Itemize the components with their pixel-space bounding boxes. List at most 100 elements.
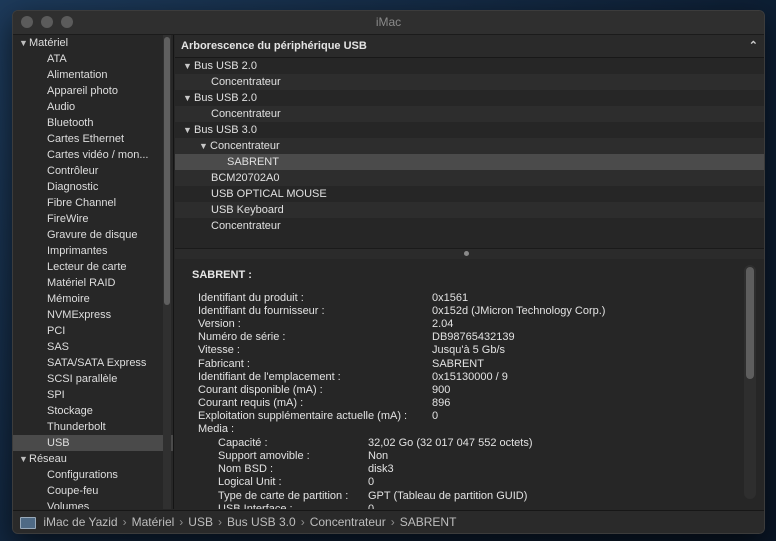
tree-header[interactable]: Arborescence du périphérique USB ⌃ <box>175 35 764 58</box>
detail-scrollbar-thumb[interactable] <box>746 267 754 379</box>
sidebar-item[interactable]: FireWire <box>13 211 173 227</box>
sidebar-item[interactable]: Stockage <box>13 403 173 419</box>
media-property-value: disk3 <box>368 463 394 476</box>
sidebar-item[interactable]: SCSI parallèle <box>13 371 173 387</box>
tree-row[interactable]: Concentrateur <box>175 74 764 90</box>
sidebar-item[interactable]: Configurations <box>13 467 173 483</box>
path-item[interactable]: USB <box>188 515 213 529</box>
main-panel: Arborescence du périphérique USB ⌃ ▼ Bus … <box>175 35 764 509</box>
property-key: Courant requis (mA) : <box>198 396 304 409</box>
sidebar-item[interactable]: SATA/SATA Express <box>13 355 173 371</box>
sidebar-item[interactable]: Lecteur de carte <box>13 259 173 275</box>
sidebar-scrollbar-thumb[interactable] <box>164 37 170 305</box>
disclosure-triangle-icon[interactable]: ▼ <box>183 122 194 138</box>
sidebar-group[interactable]: ▼Matériel <box>13 35 173 51</box>
tree-row-label: Concentrateur <box>211 108 281 120</box>
tree-row[interactable]: Concentrateur <box>175 106 764 122</box>
sidebar-item[interactable]: Diagnostic <box>13 179 173 195</box>
sidebar-item[interactable]: Gravure de disque <box>13 227 173 243</box>
path-item[interactable]: iMac de Yazid <box>43 515 117 529</box>
media-property-key: Capacité : <box>218 437 268 450</box>
zoom-button[interactable] <box>61 16 73 28</box>
sidebar-item[interactable]: Bluetooth <box>13 115 173 131</box>
property-value: DB98765432139 <box>432 331 515 344</box>
tree-row[interactable]: USB OPTICAL MOUSE <box>175 186 764 202</box>
minimize-button[interactable] <box>41 16 53 28</box>
window-title: iMac <box>375 15 402 29</box>
device-detail-pane: SABRENT : Identifiant du produit : 0x1561… <box>175 259 764 509</box>
property-key: Identifiant du produit : <box>198 292 304 304</box>
computer-icon <box>20 516 36 529</box>
sidebar-item[interactable]: Appareil photo <box>13 83 173 99</box>
sidebar-item[interactable]: Cartes vidéo / mon... <box>13 147 173 163</box>
chevron-up-icon[interactable]: ⌃ <box>749 35 758 57</box>
window-controls <box>21 16 73 28</box>
media-property-key: Logical Unit : <box>218 476 282 489</box>
sidebar-item[interactable]: NVMExpress <box>13 307 173 323</box>
tree-row-label: USB Keyboard <box>211 204 284 216</box>
media-property-value: GPT (Tableau de partition GUID) <box>368 489 528 502</box>
sidebar-item[interactable]: SAS <box>13 339 173 355</box>
tree-row-label: BCM20702A0 <box>211 172 280 184</box>
detail-scrollbar[interactable] <box>744 265 756 499</box>
sidebar-item[interactable]: ATA <box>13 51 173 67</box>
property-key: Fabricant : <box>198 357 250 370</box>
property-key: Courant disponible (mA) : <box>198 383 323 396</box>
property-key: Media : <box>198 423 235 435</box>
close-button[interactable] <box>21 16 33 28</box>
tree-row[interactable]: Concentrateur <box>175 218 764 234</box>
detail-title: SABRENT : <box>192 269 252 281</box>
sidebar-list: ▼Matériel ATA Alimentation Appareil photo Au… <box>13 35 173 509</box>
tree-row-label: Concentrateur <box>211 76 281 88</box>
tree-row-label: Bus USB 3.0 <box>194 124 257 136</box>
tree-row[interactable]: SABRENT <box>175 154 764 170</box>
path-item[interactable]: Matériel <box>132 515 175 529</box>
sidebar-item[interactable]: Cartes Ethernet <box>13 131 173 147</box>
disclosure-triangle-icon[interactable]: ▼ <box>19 451 29 467</box>
property-value: 0x15130000 / 9 <box>432 370 508 383</box>
tree-row[interactable]: USB Keyboard <box>175 202 764 218</box>
sidebar-item[interactable]: Audio <box>13 99 173 115</box>
disclosure-triangle-icon[interactable]: ▼ <box>183 90 194 106</box>
tree-row[interactable]: ▼ Bus USB 2.0 <box>175 58 764 74</box>
tree-row[interactable]: ▼ Concentrateur <box>175 138 764 154</box>
tree-row[interactable]: ▼ Bus USB 2.0 <box>175 90 764 106</box>
tree-row[interactable]: ▼ Bus USB 3.0 <box>175 122 764 138</box>
path-item[interactable]: Concentrateur <box>310 515 386 529</box>
sidebar-item[interactable]: Volumes <box>13 499 173 509</box>
sidebar-item[interactable]: Thunderbolt <box>13 419 173 435</box>
sidebar-item[interactable]: Fibre Channel <box>13 195 173 211</box>
property-key: Exploitation supplémentaire actuelle (mA… <box>198 409 408 422</box>
sidebar-item[interactable]: Alimentation <box>13 67 173 83</box>
property-key: Vitesse : <box>198 344 240 357</box>
property-value: 0x152d (JMicron Technology Corp.) <box>432 305 606 318</box>
path-item[interactable]: Bus USB 3.0 <box>227 515 296 529</box>
media-property-key: USB Interface : <box>218 502 293 509</box>
sidebar-item[interactable]: Coupe-feu <box>13 483 173 499</box>
property-value: 0 <box>432 409 439 422</box>
property-value: 896 <box>432 396 451 409</box>
sidebar-group[interactable]: ▼Réseau <box>13 451 173 467</box>
property-value: SABRENT <box>432 357 484 370</box>
property-key: Identifiant de l'emplacement : <box>198 370 341 383</box>
property-value: 900 <box>432 383 451 396</box>
sidebar-item[interactable]: PCI <box>13 323 173 339</box>
media-property-key: Type de carte de partition : <box>218 489 349 502</box>
disclosure-triangle-icon[interactable]: ▼ <box>199 138 210 154</box>
sidebar-item[interactable]: Matériel RAID <box>13 275 173 291</box>
sidebar-item[interactable]: Imprimantes <box>13 243 173 259</box>
disclosure-triangle-icon[interactable]: ▼ <box>183 58 194 74</box>
sidebar-group-label: Matériel <box>29 37 69 49</box>
path-bar: iMac de Yazid › Matériel › USB › Bus USB 3.0 › C… <box>13 510 764 533</box>
sidebar-item[interactable]: SPI <box>13 387 173 403</box>
path-separator: › <box>122 515 127 529</box>
sidebar-scrollbar[interactable] <box>163 35 171 509</box>
tree-row[interactable]: BCM20702A0 <box>175 170 764 186</box>
sidebar-item[interactable]: Contrôleur <box>13 163 173 179</box>
sidebar-item[interactable]: Mémoire <box>13 291 173 307</box>
media-property-value: 32,02 Go (32 017 047 552 octets) <box>368 437 533 450</box>
splitter-handle-icon[interactable] <box>464 251 469 256</box>
sidebar-item[interactable]: USB <box>13 435 173 451</box>
path-item[interactable]: SABRENT <box>400 515 457 529</box>
disclosure-triangle-icon[interactable]: ▼ <box>19 35 29 51</box>
